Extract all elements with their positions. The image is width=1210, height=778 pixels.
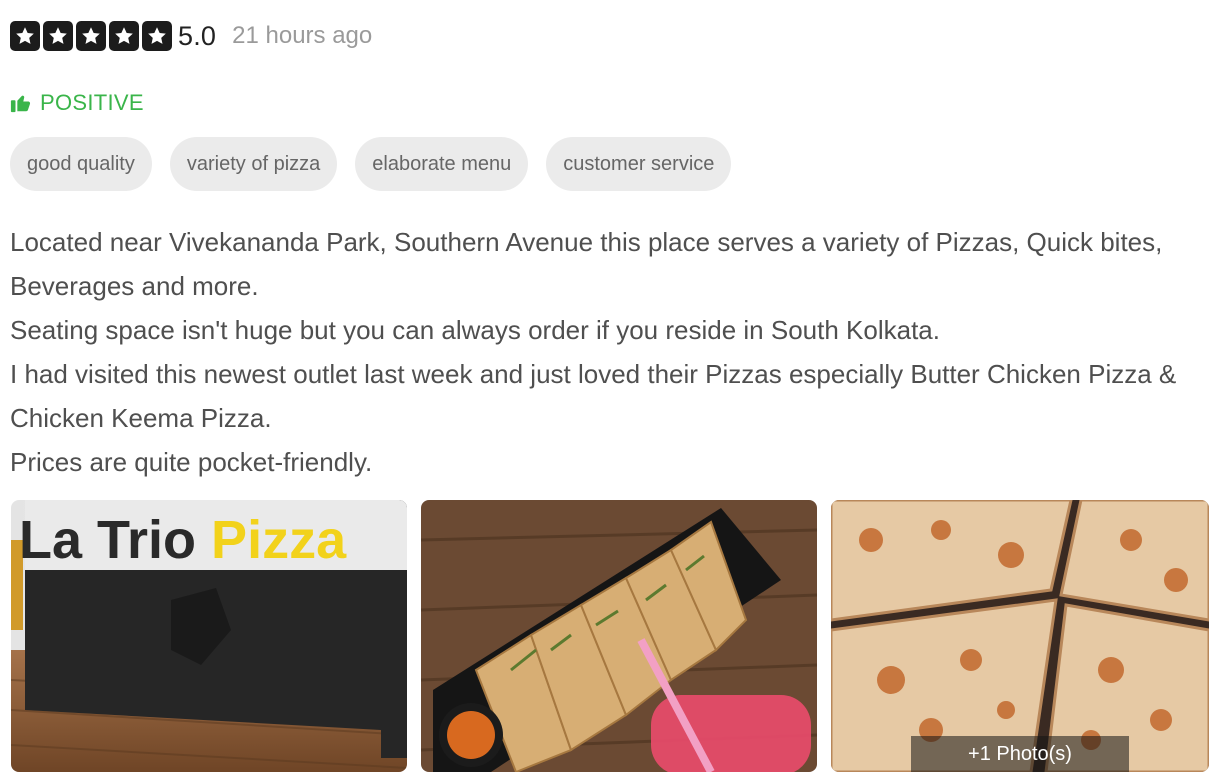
rating-score: 5.0 bbox=[178, 20, 217, 51]
star-icon bbox=[43, 21, 73, 51]
review-paragraph: Prices are quite pocket-friendly. bbox=[10, 447, 373, 477]
more-photos-overlay[interactable]: +1 Photo(s) bbox=[911, 736, 1129, 772]
sentiment-label: POSITIVE bbox=[40, 90, 144, 115]
photo-gallery: La Trio Pizza +1 Photo(s) bbox=[11, 500, 1209, 772]
review-paragraph: I had visited this newest outlet last we… bbox=[10, 359, 1177, 433]
star-rating bbox=[10, 21, 172, 51]
review-body: Located near Vivekananda Park, Southern … bbox=[10, 220, 1206, 484]
review-photo-storefront[interactable]: La Trio Pizza bbox=[11, 500, 407, 772]
star-icon bbox=[10, 21, 40, 51]
review-paragraph: Seating space isn't huge but you can alw… bbox=[10, 315, 940, 345]
thumbs-up-icon bbox=[10, 92, 32, 114]
rating-row: 5.0 21 hours ago bbox=[10, 18, 372, 54]
review-card: 5.0 21 hours ago POSITIVE good quality v… bbox=[0, 0, 1210, 778]
review-photo-food-platter[interactable] bbox=[421, 500, 817, 772]
tag-chip[interactable]: customer service bbox=[546, 137, 732, 191]
sign-text: La Trio Pizza bbox=[19, 510, 347, 570]
star-icon bbox=[109, 21, 139, 51]
review-paragraph: Located near Vivekananda Park, Southern … bbox=[10, 227, 1163, 301]
star-icon bbox=[76, 21, 106, 51]
review-tags: good quality variety of pizza elaborate … bbox=[10, 137, 732, 191]
tag-chip[interactable]: good quality bbox=[10, 137, 152, 191]
sentiment-badge: POSITIVE bbox=[10, 88, 144, 118]
review-timestamp: 21 hours ago bbox=[232, 22, 373, 49]
star-icon bbox=[142, 21, 172, 51]
review-photo-pizza[interactable]: +1 Photo(s) bbox=[831, 500, 1209, 772]
tag-chip[interactable]: variety of pizza bbox=[169, 137, 338, 191]
tag-chip[interactable]: elaborate menu bbox=[355, 137, 529, 191]
